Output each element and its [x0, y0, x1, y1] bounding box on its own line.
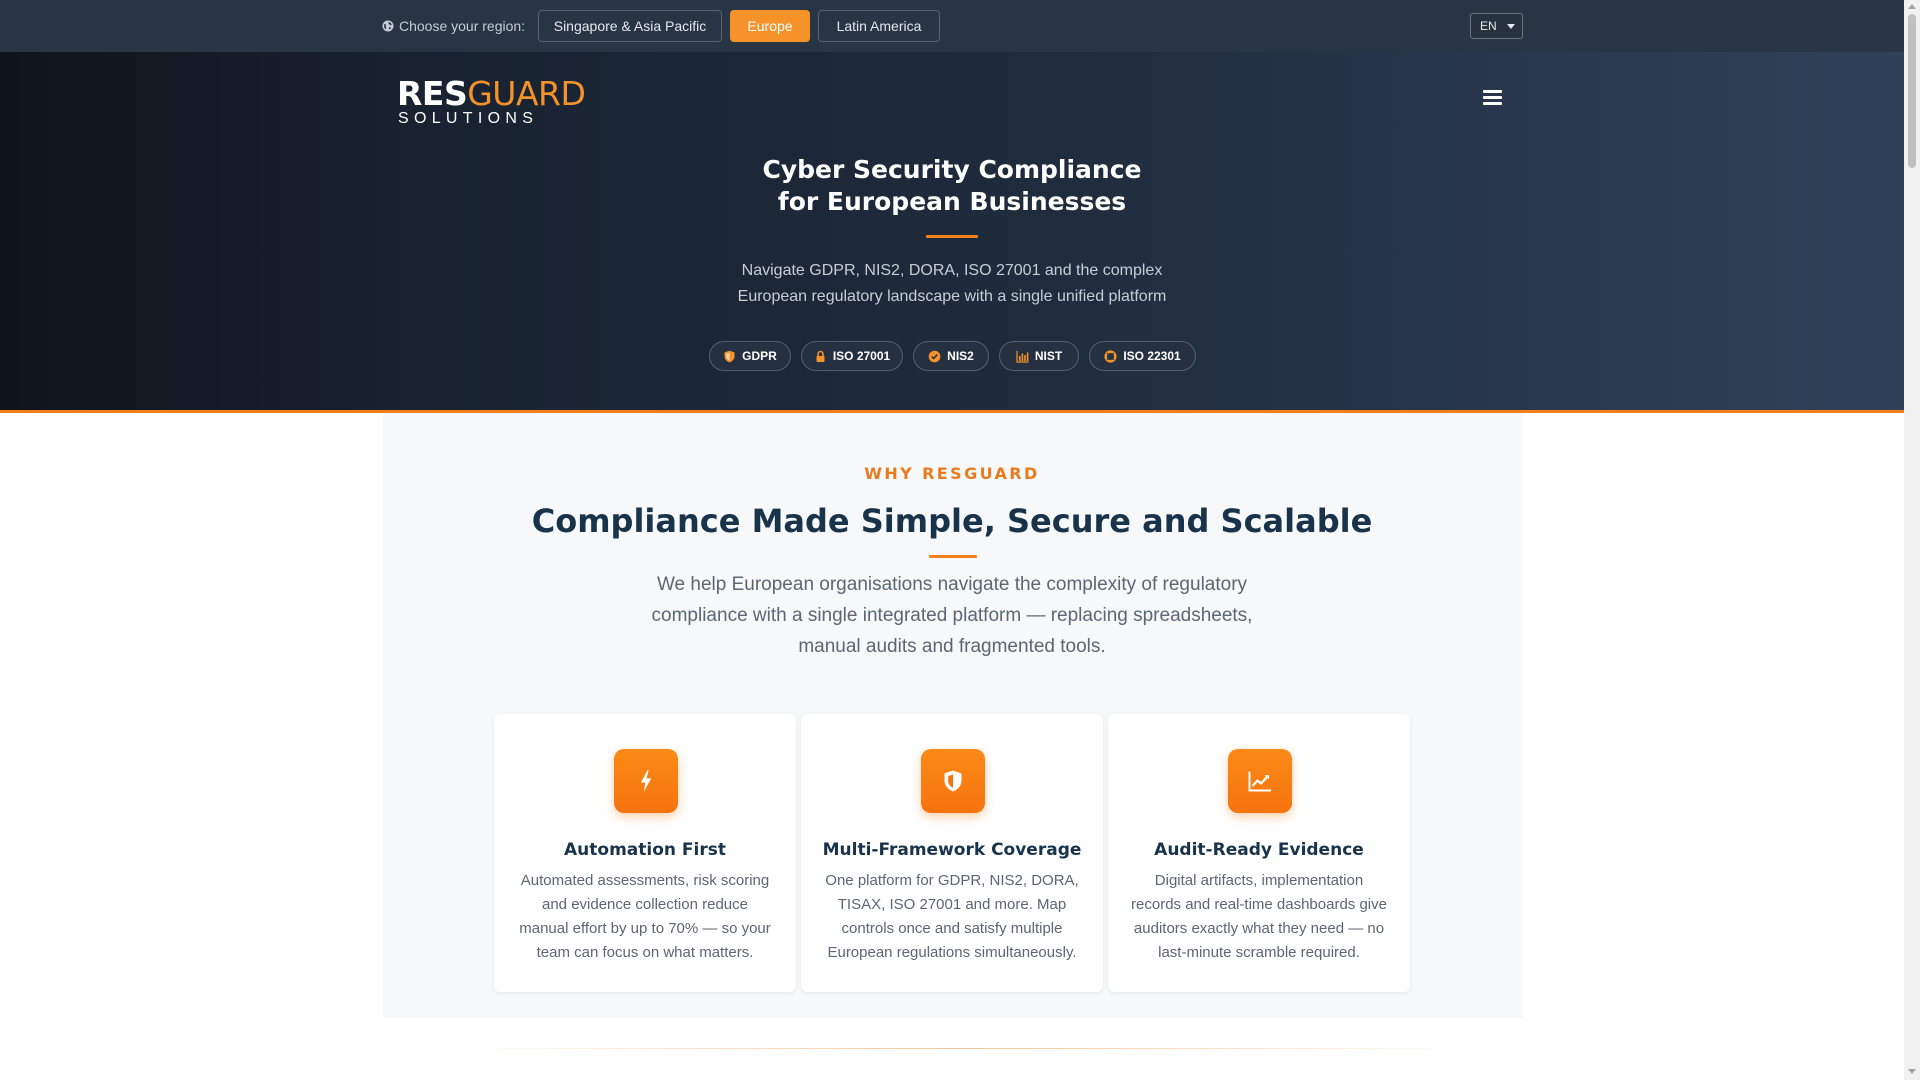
- region-label-text: Choose your region:: [399, 18, 526, 34]
- card-description-line: last-minute scramble required.: [1158, 944, 1360, 961]
- why-body-line-1: We help European organisations navigate …: [656, 574, 1248, 595]
- page-scrollbar[interactable]: [1904, 0, 1920, 1080]
- badge-label: ISO 22301: [1123, 349, 1181, 363]
- card-description-line: controls once and satisfy multiple: [841, 920, 1063, 937]
- badge-iso-27001: ISO 27001: [801, 341, 903, 371]
- card-icon-badge: [921, 749, 985, 813]
- language-value: EN: [1480, 19, 1497, 33]
- shield-icon: [944, 770, 962, 792]
- brand-logo[interactable]: RES GUARD SOLUTIONS: [397, 74, 586, 128]
- card-description-line: European regulations simultaneously.: [827, 944, 1077, 961]
- card-title: Multi-Framework Coverage: [822, 840, 1082, 860]
- badge-nist: NIST: [999, 341, 1079, 371]
- region-button-singapore-asia-pacific[interactable]: Singapore & Asia Pacific: [538, 10, 722, 42]
- card-description: Digital artifacts, implementation record…: [1126, 869, 1392, 965]
- life-ring-icon: [1104, 349, 1117, 363]
- shield-icon: [724, 350, 735, 362]
- badge-gdpr: GDPR: [709, 341, 791, 371]
- card-title: Audit-Ready Evidence: [1154, 840, 1364, 860]
- why-eyebrow: WHY RESGUARD: [864, 464, 1040, 483]
- badge-label: NIST: [1034, 349, 1063, 363]
- region-label: Choose your region:: [382, 16, 525, 36]
- card-icon-badge: [614, 749, 678, 813]
- card-description-line: records and real-time dashboards give: [1131, 896, 1387, 913]
- scrollbar-thumb[interactable]: [1908, 14, 1916, 168]
- why-title: Compliance Made Simple, Secure and Scala…: [531, 502, 1373, 540]
- hero-subtitle-line-2: European regulatory landscape with a sin…: [737, 288, 1167, 305]
- why-body-line-3: manual audits and fragmented tools.: [798, 636, 1106, 657]
- hero-subtitle-line-1: Navigate GDPR, NIS2, DORA, ISO 27001 and…: [741, 262, 1163, 279]
- hero-title: Cyber Security Compliance for European B…: [602, 154, 1302, 218]
- card-description-line: manual effort by up to 70% — so your: [519, 920, 771, 937]
- feature-card-multi-framework-coverage: Multi-Framework Coverage One platform fo…: [801, 714, 1103, 992]
- lock-icon: [816, 350, 825, 362]
- hero-title-line-1: Cyber Security Compliance: [762, 155, 1142, 184]
- chevron-down-icon: [1506, 23, 1515, 29]
- why-body-line-2: compliance with a single integrated plat…: [651, 605, 1253, 626]
- hero-title-underline: [926, 235, 978, 238]
- card-description-line: Automated assessments, risk scoring: [520, 872, 770, 889]
- badge-label: ISO 27001: [832, 349, 891, 363]
- feature-card-automation-first: Automation First Automated assessments, …: [494, 714, 796, 992]
- card-description-line: Digital artifacts, implementation: [1154, 872, 1364, 889]
- region-bar: Choose your region: Singapore & Asia Pac…: [0, 0, 1904, 52]
- framework-badges: GDPR ISO 27001 NIS2 NIST ISO 22301: [0, 341, 1904, 371]
- badge-label: GDPR: [742, 349, 777, 363]
- line-chart-icon: [1248, 771, 1271, 792]
- card-icon-badge: [1228, 749, 1292, 813]
- logo-wordmark-res: RES: [397, 74, 468, 113]
- logo-wordmark: RES GUARD: [397, 74, 586, 113]
- card-description-line: team can focus on what matters.: [536, 944, 754, 961]
- card-description: One platform for GDPR, NIS2, DORA, TISAX…: [819, 869, 1085, 965]
- card-description-line: TISAX, ISO 27001 and more. Map: [837, 896, 1067, 913]
- card-description-line: auditors exactly what they need — no: [1133, 920, 1385, 937]
- logo-wordmark-guard: GUARD: [467, 74, 586, 113]
- why-body: We help European organisations navigate …: [612, 569, 1292, 662]
- card-description-line: and evidence collection reduce: [542, 896, 748, 913]
- scroll-down-arrow-icon[interactable]: [1908, 1069, 1916, 1074]
- region-button-europe[interactable]: Europe: [730, 10, 810, 42]
- scroll-up-arrow-icon[interactable]: [1908, 4, 1916, 9]
- language-select[interactable]: EN: [1470, 13, 1523, 39]
- lightning-bolt-icon: [640, 770, 652, 792]
- badge-label: NIS2: [947, 349, 974, 363]
- card-description-line: One platform for GDPR, NIS2, DORA,: [825, 872, 1079, 889]
- card-title: Automation First: [564, 840, 726, 860]
- feature-card-audit-ready-evidence: Audit-Ready Evidence Digital artifacts, …: [1108, 714, 1410, 992]
- hamburger-menu-icon[interactable]: [1483, 90, 1502, 108]
- region-button-latin-america[interactable]: Latin America: [818, 10, 940, 42]
- globe-icon: [382, 20, 394, 32]
- hero-subtitle: Navigate GDPR, NIS2, DORA, ISO 27001 and…: [662, 258, 1242, 310]
- section-divider: [450, 1048, 1480, 1049]
- check-circle-icon: [928, 350, 941, 362]
- why-title-underline: [929, 555, 977, 558]
- badge-nis2: NIS2: [913, 341, 989, 371]
- hero-title-line-2: for European Businesses: [777, 187, 1127, 216]
- badge-iso-22301: ISO 22301: [1089, 341, 1196, 371]
- card-description: Automated assessments, risk scoring and …: [512, 869, 778, 965]
- bar-chart-icon: [1016, 350, 1029, 363]
